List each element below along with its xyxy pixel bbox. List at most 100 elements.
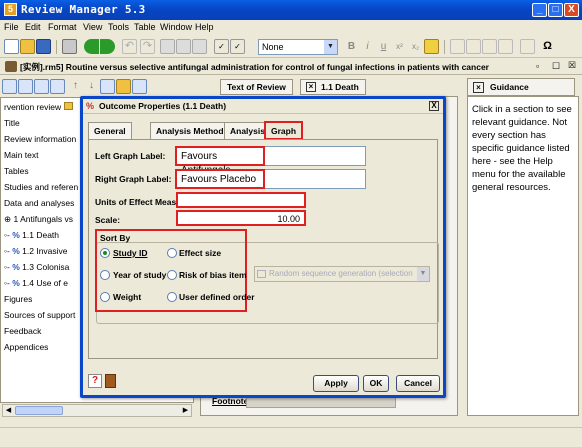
units-input[interactable] <box>176 192 306 208</box>
italic-button[interactable]: i <box>360 39 375 54</box>
close-tab-icon[interactable]: × <box>306 82 316 92</box>
help-question-icon[interactable]: ? <box>88 374 102 388</box>
tab-analysis-method[interactable]: Analysis Method <box>150 122 230 139</box>
tree-item[interactable]: Review information <box>4 134 76 144</box>
redo-icon[interactable]: ↷ <box>140 39 155 54</box>
move-up-icon[interactable]: ↑ <box>68 79 83 94</box>
find-icon[interactable] <box>520 39 535 54</box>
close-button[interactable]: X <box>564 3 579 17</box>
sort-risk-of-bias-radio[interactable] <box>167 270 177 280</box>
superscript-button[interactable]: x² <box>392 39 407 54</box>
left-graph-label-value[interactable]: Favours Antifungals <box>175 146 265 176</box>
tree-item[interactable]: ⊕ 1 Antifungals vs <box>4 214 73 225</box>
cancel-button[interactable]: Cancel <box>396 375 440 392</box>
sort-year-radio[interactable] <box>100 270 110 280</box>
indent-icon[interactable] <box>498 39 513 54</box>
ok-button[interactable]: OK <box>363 375 389 392</box>
scroll-thumb[interactable] <box>15 406 63 415</box>
minimize-button[interactable]: _ <box>532 3 547 17</box>
apply-button[interactable]: Apply <box>313 375 359 392</box>
undo-icon[interactable]: ↶ <box>122 39 137 54</box>
scroll-right-icon[interactable]: ▶ <box>181 406 190 415</box>
tree-item[interactable]: ◦- % 1.3 Colonisa <box>4 262 69 272</box>
sort-year-label[interactable]: Year of study <box>113 270 166 280</box>
print-icon[interactable] <box>62 39 77 54</box>
horizontal-scrollbar[interactable]: ◀ ▶ <box>2 404 192 417</box>
sort-effect-size-label[interactable]: Effect size <box>179 248 221 258</box>
tree-item[interactable]: Appendices <box>4 342 48 352</box>
sort-user-defined-label[interactable]: User defined order <box>179 292 255 302</box>
thesaurus-icon[interactable]: ✓ <box>230 39 245 54</box>
menu-table[interactable]: Table <box>134 22 156 32</box>
highlight-icon[interactable] <box>424 39 439 54</box>
menu-file[interactable]: File <box>4 22 19 32</box>
menu-format[interactable]: Format <box>48 22 77 32</box>
tree-item[interactable]: Tables <box>4 166 29 176</box>
tree-item[interactable]: Main text <box>4 150 39 160</box>
tree-tool-1-icon[interactable] <box>2 79 17 94</box>
menu-tools[interactable]: Tools <box>108 22 129 32</box>
style-select[interactable]: None ▼ <box>258 39 338 55</box>
tab-graph[interactable]: Graph <box>264 121 304 140</box>
tree-tool-5-icon[interactable] <box>100 79 115 94</box>
tree-item[interactable]: Data and analyses <box>4 198 74 208</box>
omega-button[interactable]: Ω <box>540 39 555 54</box>
scale-input[interactable]: 10.00 <box>176 210 306 226</box>
tree-item[interactable]: rvention review <box>4 102 73 112</box>
tab-1-1-death[interactable]: × 1.1 Death <box>300 79 366 95</box>
tree-item[interactable]: Studies and referen <box>4 182 78 192</box>
bullet-list-icon[interactable] <box>450 39 465 54</box>
sort-user-defined-radio[interactable] <box>167 292 177 302</box>
spellcheck-icon[interactable]: ✓ <box>214 39 229 54</box>
note-icon[interactable] <box>105 374 116 388</box>
menu-help[interactable]: Help <box>195 22 214 32</box>
close-tab-icon[interactable]: × <box>473 82 484 93</box>
menu-edit[interactable]: Edit <box>25 22 41 32</box>
tab-text-of-review[interactable]: Text of Review <box>220 79 293 95</box>
underline-button[interactable]: u <box>376 39 391 54</box>
tree-item[interactable]: Figures <box>4 294 32 304</box>
restore-doc-icon[interactable]: ▫ <box>536 61 539 71</box>
paste-icon[interactable] <box>192 39 207 54</box>
open-icon[interactable] <box>20 39 35 54</box>
back-icon[interactable] <box>84 39 99 54</box>
tab-general[interactable]: General <box>88 122 132 139</box>
tree-item-selected[interactable]: ◦- % 1.1 Death <box>4 230 59 240</box>
right-graph-label-value[interactable]: Favours Placebo <box>175 169 265 189</box>
new-icon[interactable] <box>4 39 19 54</box>
tree-item[interactable]: Sources of support <box>4 310 75 320</box>
save-icon[interactable] <box>36 39 51 54</box>
sort-effect-size-radio[interactable] <box>167 248 177 258</box>
tree-tool-7-icon[interactable] <box>132 79 147 94</box>
tab-guidance[interactable]: × Guidance <box>467 78 575 96</box>
tree-tool-4-icon[interactable] <box>50 79 65 94</box>
numbered-list-icon[interactable] <box>466 39 481 54</box>
sort-weight-radio[interactable] <box>100 292 110 302</box>
forward-icon[interactable] <box>100 39 115 54</box>
maximize-doc-icon[interactable]: ☐ <box>552 61 560 72</box>
sort-study-id-radio[interactable] <box>100 248 110 258</box>
menu-window[interactable]: Window <box>160 22 192 32</box>
scroll-left-icon[interactable]: ◀ <box>4 406 13 415</box>
dialog-close-button[interactable]: X <box>429 101 439 111</box>
tree-tool-6-icon[interactable] <box>116 79 131 94</box>
tree-tool-2-icon[interactable] <box>18 79 33 94</box>
tree-item[interactable]: Feedback <box>4 326 41 336</box>
maximize-button[interactable]: □ <box>548 3 563 17</box>
sort-risk-of-bias-label[interactable]: Risk of bias item <box>179 270 247 280</box>
tree-item[interactable]: ◦- % 1.4 Use of e <box>4 278 68 288</box>
tree-tool-3-icon[interactable] <box>34 79 49 94</box>
tree-item[interactable]: ◦- % 1.2 Invasive <box>4 246 68 256</box>
move-down-icon[interactable]: ↓ <box>84 79 99 94</box>
sort-study-id-label[interactable]: Study ID <box>113 248 147 258</box>
subscript-button[interactable]: x₂ <box>408 39 423 54</box>
sort-weight-label[interactable]: Weight <box>113 292 141 302</box>
tree-item[interactable]: Title <box>4 118 20 128</box>
risk-of-bias-select[interactable]: Random sequence generation (selection ▼ <box>254 266 430 282</box>
bold-button[interactable]: B <box>344 39 359 54</box>
menu-view[interactable]: View <box>83 22 102 32</box>
cut-icon[interactable] <box>160 39 175 54</box>
outdent-icon[interactable] <box>482 39 497 54</box>
copy-icon[interactable] <box>176 39 191 54</box>
close-doc-icon[interactable]: ☒ <box>568 60 576 71</box>
